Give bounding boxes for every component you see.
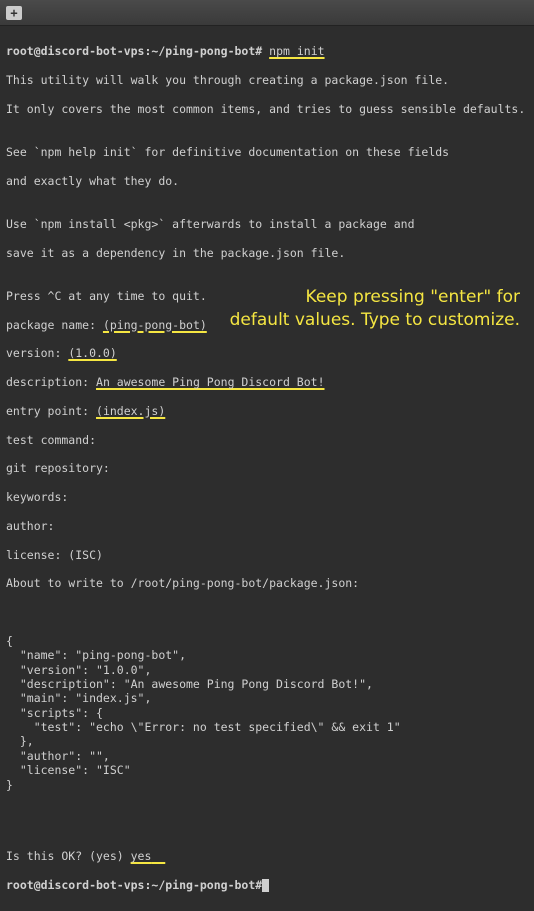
json-preview: { "name": "ping-pong-bot", "version": "1… — [6, 634, 401, 792]
prompt-value: (ping-pong-bot) — [103, 318, 207, 332]
terminal-output[interactable]: root@discord-bot-vps:~/ping-pong-bot# np… — [0, 26, 534, 911]
cursor — [262, 879, 269, 892]
window-titlebar — [0, 0, 534, 26]
output-line: See `npm help init` for definitive docum… — [6, 145, 528, 159]
prompt-label: license: (ISC) — [6, 548, 528, 562]
prompt-label: Is this OK? (yes) — [6, 849, 131, 863]
new-tab-icon[interactable] — [6, 6, 22, 20]
command-input: npm init — [269, 44, 324, 58]
prompt-label: package name: — [6, 318, 103, 332]
shell-prompt: root@discord-bot-vps:~/ping-pong-bot# — [6, 44, 262, 58]
prompt-value: An awesome Ping Pong Discord Bot! — [96, 375, 324, 389]
output-line: Use `npm install <pkg>` afterwards to in… — [6, 217, 528, 231]
shell-prompt: root@discord-bot-vps:~/ping-pong-bot# — [6, 878, 262, 892]
prompt-label: author: — [6, 519, 528, 533]
output-blank — [6, 821, 528, 835]
prompt-label: test command: — [6, 433, 528, 447]
annotation-callout: Keep pressing "enter" for default values… — [230, 286, 520, 332]
prompt-value: yes — [131, 849, 152, 863]
output-line: save it as a dependency in the package.j… — [6, 246, 528, 260]
prompt-label: version: — [6, 346, 68, 360]
annotation-line: default values. Type to customize. — [230, 309, 520, 332]
output-blank — [6, 605, 528, 619]
prompt-value: (1.0.0) — [68, 346, 116, 360]
output-line: This utility will walk you through creat… — [6, 73, 528, 87]
output-line: About to write to /root/ping-pong-bot/pa… — [6, 576, 528, 590]
prompt-label: entry point: — [6, 404, 96, 418]
prompt-label: keywords: — [6, 490, 528, 504]
output-line: and exactly what they do. — [6, 174, 528, 188]
prompt-label: description: — [6, 375, 96, 389]
annotation-line: Keep pressing "enter" for — [230, 286, 520, 309]
prompt-label: git repository: — [6, 461, 528, 475]
prompt-value: (index.js) — [96, 404, 165, 418]
output-blank — [6, 792, 528, 806]
output-line: It only covers the most common items, an… — [6, 102, 528, 116]
